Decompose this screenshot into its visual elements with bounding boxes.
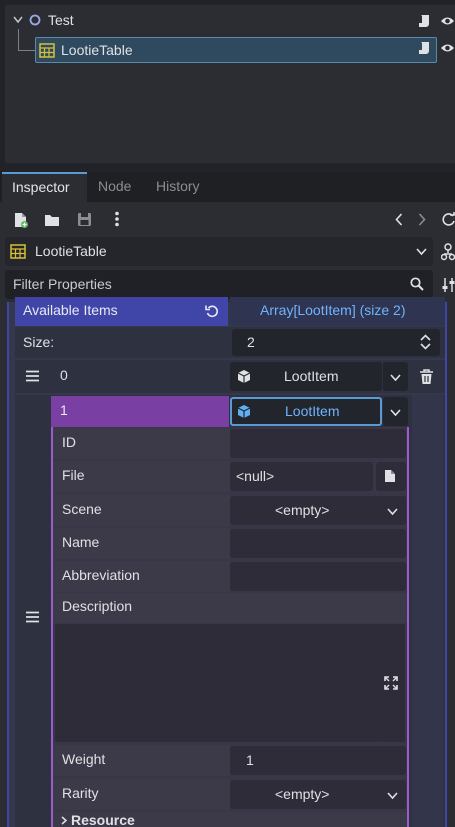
lootie-table-icon [10,244,26,259]
element-1-dropdown-button[interactable] [383,397,408,426]
scene-root-label[interactable]: Test [48,12,74,28]
file-icon [384,469,396,483]
trash-icon[interactable] [419,369,434,385]
chevron-down-icon [387,508,398,516]
spinner-arrows-icon[interactable] [420,334,431,350]
available-items-header[interactable]: Available Items [15,297,228,326]
element-1-index: 1 [60,402,68,418]
tree-line-branch [18,50,36,51]
inspector-panel: LootieTable Filter Properties Available … [0,202,455,827]
script-icon[interactable] [418,14,431,28]
rarity-value: <empty> [275,786,330,802]
scene-label: Scene [62,501,102,517]
element-0-dropdown-button[interactable] [383,362,408,391]
lootie-table-icon [39,43,55,58]
chevron-down-icon [390,409,401,417]
chevron-down-icon [390,374,401,382]
chevron-down-icon [387,792,398,800]
resource-cube-icon [237,369,251,384]
search-icon [410,277,424,291]
visibility-eye-icon[interactable] [440,41,455,55]
chevron-right-icon [61,816,67,825]
id-field[interactable] [230,429,406,458]
scene-node-lootietable[interactable]: LootieTable [35,37,437,63]
element-0-resource-button[interactable]: LootItem [230,362,382,391]
new-resource-icon[interactable] [13,212,28,228]
weight-property-row: Weight [53,745,230,776]
scene-value: <empty> [275,502,330,518]
filter-settings-icon[interactable] [442,277,455,293]
size-label: Size: [23,334,55,350]
scene-child-label: LootieTable [61,42,133,58]
weight-value: 1 [246,752,254,768]
available-items-value: Array[LootItem] (size 2) [260,302,406,318]
scene-resource-picker[interactable]: <empty> [230,496,406,525]
abbreviation-label: Abbreviation [62,567,140,583]
dock-tab-bar: Inspector Node History [0,172,455,202]
save-icon[interactable] [77,212,92,227]
abbreviation-property-row: Abbreviation [53,561,230,592]
description-property-row: Description [53,593,407,623]
name-property-row: Name [53,528,230,559]
element-0-index: 0 [60,367,68,383]
file-field[interactable]: <null> [230,462,373,491]
object-history-icon[interactable] [442,212,455,227]
expand-icon [384,676,398,690]
object-selector-dropdown[interactable]: LootieTable [5,237,433,266]
resource-section-label: Resource [71,812,135,827]
rarity-label: Rarity [62,785,99,801]
id-property-row: ID [53,428,230,459]
object-selector-label: LootieTable [35,243,107,259]
filter-placeholder: Filter Properties [13,276,112,292]
filter-properties-input[interactable]: Filter Properties [5,270,433,299]
available-items-value-button[interactable]: Array[LootItem] (size 2) [230,297,445,326]
element-1-resource-button[interactable]: LootItem [230,397,382,426]
element-1-type: LootItem [285,403,340,419]
scene-tree: Test LootieTable [5,5,455,163]
tree-line [18,29,19,51]
collapse-arrow-icon[interactable] [13,16,23,24]
expand-textarea-button[interactable] [377,624,405,742]
resource-cube-icon [237,404,251,419]
history-forward-icon[interactable] [418,213,426,226]
element-gutter [412,395,443,827]
scene-property-row: Scene [53,495,230,526]
chevron-down-icon [416,248,427,256]
history-back-icon[interactable] [395,213,403,226]
element-1-header[interactable]: 1 [51,396,229,427]
visibility-eye-icon[interactable] [440,14,455,28]
rarity-property-row: Rarity [53,779,230,810]
drag-handle-icon[interactable] [26,611,39,623]
load-resource-icon[interactable] [44,213,60,227]
file-label: File [62,467,85,483]
drag-handle-icon[interactable] [26,370,39,382]
tab-history[interactable]: History [146,172,210,202]
file-property-row: File [53,461,230,492]
tab-node[interactable]: Node [88,172,141,202]
more-options-icon[interactable] [114,211,120,227]
description-textarea[interactable] [55,624,377,742]
weight-label: Weight [62,751,106,767]
available-items-label: Available Items [23,302,118,318]
rarity-resource-picker[interactable]: <empty> [230,780,406,809]
name-field[interactable] [230,529,406,558]
name-label: Name [62,534,100,550]
description-label: Description [62,598,133,614]
node-info-icon[interactable] [441,243,455,261]
id-label: ID [62,434,76,450]
weight-spinbox[interactable]: 1 [230,746,406,775]
revert-icon[interactable] [205,304,219,318]
size-spinbox[interactable]: 2 [232,329,440,356]
script-icon[interactable] [418,41,431,55]
abbreviation-field[interactable] [230,562,406,591]
scene-tree-panel: Test LootieTable [0,0,455,168]
resource-section-header[interactable]: Resource [53,812,407,827]
tab-inspector[interactable]: Inspector [2,172,87,202]
size-value: 2 [247,334,255,350]
file-value: <null> [236,468,275,484]
element-0-type: LootItem [284,368,339,384]
file-browse-button[interactable] [376,462,406,491]
node-circle-icon [29,14,41,26]
